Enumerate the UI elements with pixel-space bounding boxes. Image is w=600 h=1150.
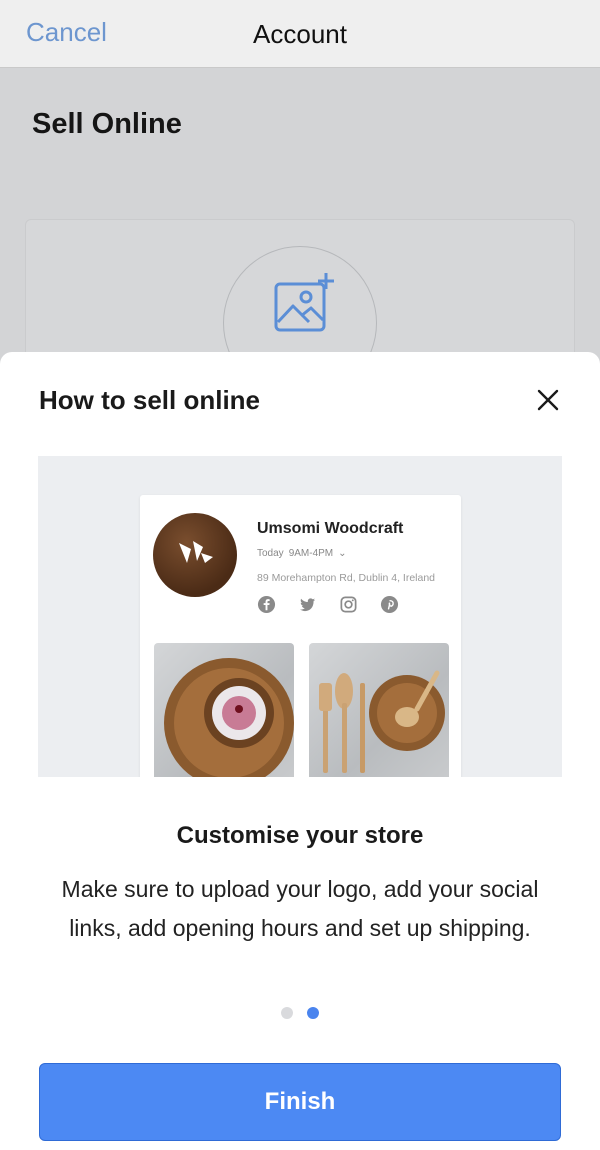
- instagram-icon: [340, 596, 357, 613]
- finish-button[interactable]: Finish: [39, 1063, 561, 1141]
- store-name: Umsomi Woodcraft: [257, 520, 404, 537]
- hours-time: 9AM-4PM: [288, 548, 334, 559]
- product-image-utensils: [309, 643, 449, 777]
- twitter-icon: [299, 598, 316, 612]
- add-image-icon: [274, 273, 334, 332]
- close-icon: [537, 389, 559, 411]
- page-dot-1[interactable]: [281, 1007, 293, 1019]
- store-preview-image: Umsomi Woodcraft Today 9AM-4PM ⌄ 89 Moreha…: [38, 456, 562, 777]
- slide-heading: Customise your store: [176, 822, 424, 849]
- pinterest-icon: [380, 595, 399, 614]
- slide-description: Make sure to upload your logo, add your …: [61, 876, 539, 941]
- how-to-sell-sheet: How to sell online Umsomi Woodcraft Toda…: [0, 352, 600, 1150]
- store-logo: [153, 513, 237, 597]
- pagination-dots: [0, 1007, 600, 1019]
- navigation-bar: Cancel Account: [0, 0, 600, 68]
- product-image-bowls: [154, 643, 294, 777]
- store-hours: Today 9AM-4PM ⌄: [257, 548, 352, 559]
- nav-title: Account: [253, 19, 347, 49]
- social-links: [257, 595, 399, 614]
- page-title: Sell Online: [32, 108, 182, 140]
- page-dot-2-active[interactable]: [307, 1007, 319, 1019]
- chevron-down-icon: ⌄: [338, 548, 347, 559]
- sheet-title: How to sell online: [39, 385, 261, 415]
- store-card: Umsomi Woodcraft Today 9AM-4PM ⌄ 89 Moreha…: [140, 495, 461, 777]
- close-button[interactable]: [530, 382, 566, 418]
- store-address: 89 Morehampton Rd, Dublin 4, Ireland: [257, 572, 436, 584]
- hours-day: Today: [257, 548, 284, 559]
- facebook-icon: [257, 595, 276, 614]
